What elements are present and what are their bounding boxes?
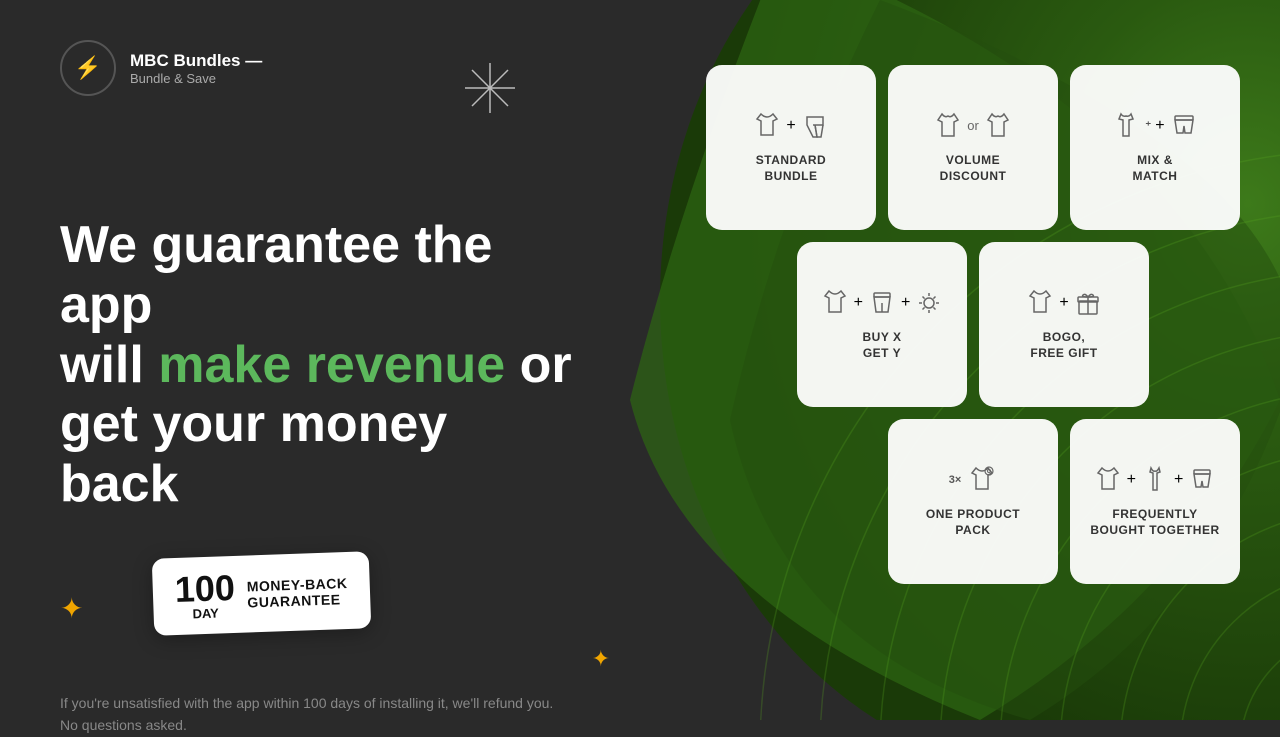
badge-text: MONEY-BACK GUARANTEE	[247, 574, 349, 609]
logo-subtitle: Bundle & Save	[130, 71, 262, 86]
card-frequently-bought: + + FREQUENTLYBOUGHT TOGETHER	[1070, 419, 1240, 584]
headline-line3: get your money back	[60, 395, 580, 515]
plus-icon-2: +	[1155, 117, 1164, 135]
standard-bundle-icon: +	[752, 111, 829, 141]
card-mix-match-label: MIX &MATCH	[1133, 153, 1178, 184]
card-buy-x-get-y: + + BUY XGET Y	[797, 242, 967, 407]
cards-container: + STANDARDBUNDLE or	[706, 65, 1240, 584]
logo-icon: ⚡	[74, 55, 101, 81]
buy-x-get-y-icon: + +	[820, 288, 945, 318]
badge-day-label: DAY	[193, 606, 220, 620]
card-bogo: + BOGO,FREE GIFT	[979, 242, 1149, 407]
headline-line1: We guarantee the app	[60, 216, 580, 336]
plus-icon: +	[786, 117, 795, 135]
headline: We guarantee the app will make revenue o…	[60, 216, 580, 515]
headline-line2: will make revenue or	[60, 336, 580, 396]
volume-discount-icon: or	[933, 111, 1013, 141]
footer-text: If you're unsatisfied with the app withi…	[60, 692, 560, 737]
card-mix-match: ⁺ + MIX &MATCH	[1070, 65, 1240, 230]
frequently-bought-icon: + +	[1093, 465, 1218, 495]
badge-area: ✦ 100 DAY MONEY-BACK GUARANTEE ✦	[60, 555, 580, 662]
cards-row-1: + STANDARDBUNDLE or	[706, 65, 1240, 230]
x-badge: ⁺	[1145, 119, 1151, 132]
bogo-icon: +	[1025, 288, 1102, 318]
star-decoration	[460, 58, 520, 123]
badge-line2: GUARANTEE	[248, 590, 349, 610]
card-standard-bundle-label: STANDARDBUNDLE	[756, 153, 826, 184]
logo-title: MBC Bundles —	[130, 51, 262, 71]
sparkle-left: ✦	[60, 592, 83, 625]
badge-days: 100	[175, 570, 236, 608]
sparkle-right: ✦	[592, 646, 610, 672]
cards-row-2: + + BUY XGET Y	[706, 242, 1240, 407]
card-one-product-pack-label: ONE PRODUCTPACK	[926, 507, 1020, 538]
guarantee-badge: 100 DAY MONEY-BACK GUARANTEE	[152, 551, 371, 636]
one-product-pack-icon: 3×	[949, 465, 998, 495]
card-one-product-pack: 3× ONE PRODUCTPACK	[888, 419, 1058, 584]
mix-match-icon: ⁺ +	[1111, 111, 1198, 141]
card-standard-bundle: + STANDARDBUNDLE	[706, 65, 876, 230]
or-text: or	[967, 118, 979, 133]
card-frequently-bought-label: FREQUENTLYBOUGHT TOGETHER	[1090, 507, 1219, 538]
three-x: 3×	[949, 474, 962, 486]
logo-text: MBC Bundles — Bundle & Save	[130, 51, 262, 86]
card-volume-discount-label: VOLUMEDISCOUNT	[940, 153, 1007, 184]
left-panel: ⚡ MBC Bundles — Bundle & Save We guarant…	[0, 0, 640, 720]
card-bogo-label: BOGO,FREE GIFT	[1030, 330, 1097, 361]
cards-row-3: 3× ONE PRODUCTPACK +	[706, 419, 1240, 584]
logo-circle: ⚡	[60, 40, 116, 96]
card-buy-x-get-y-label: BUY XGET Y	[863, 330, 902, 361]
card-volume-discount: or VOLUMEDISCOUNT	[888, 65, 1058, 230]
